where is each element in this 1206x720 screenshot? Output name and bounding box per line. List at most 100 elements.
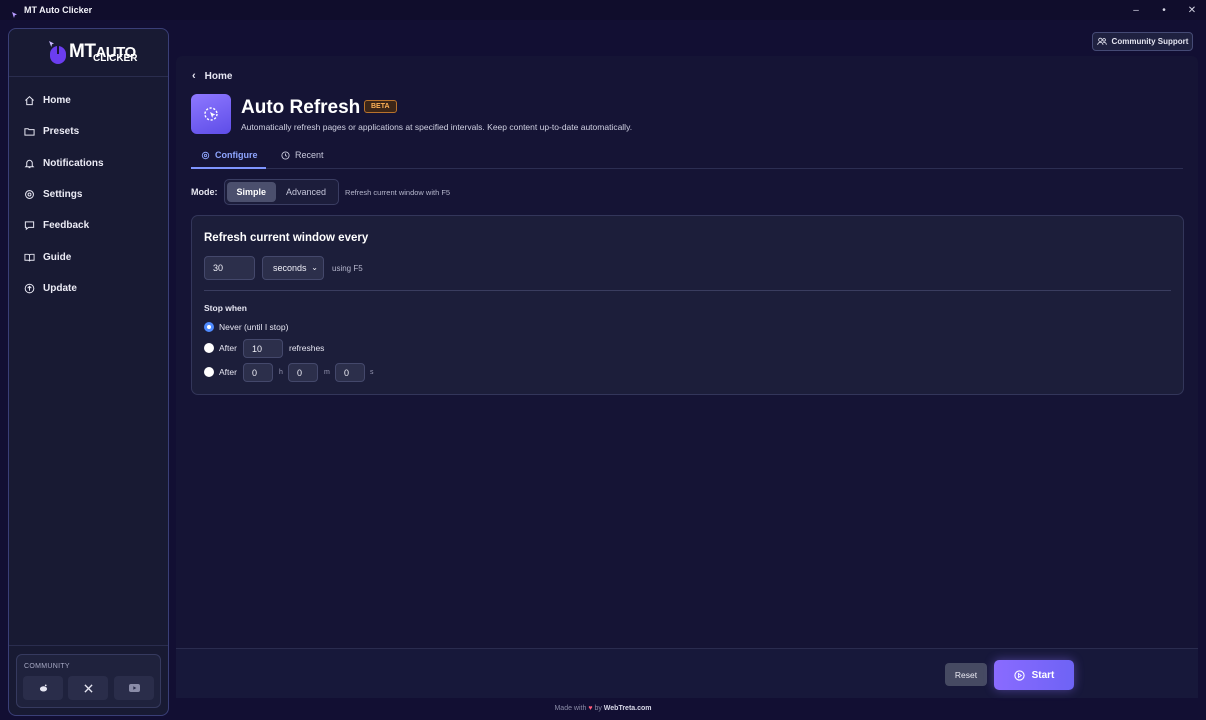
logo: MTAUTO CLICKER: [9, 29, 168, 77]
radio-after-count[interactable]: [204, 343, 214, 353]
stop-when-label: Stop when: [204, 303, 247, 313]
back-label: Home: [204, 70, 233, 82]
sidebar-item-notifications[interactable]: Notifications: [9, 148, 168, 179]
title-bar: MT Auto Clicker – • ✕: [0, 0, 1206, 20]
mode-toggle: Simple Advanced: [223, 179, 340, 205]
hours-input[interactable]: 0: [243, 363, 273, 382]
seconds-input[interactable]: 0: [335, 363, 365, 382]
page-description: Automatically refresh pages or applicati…: [241, 122, 633, 132]
page-title: Auto Refresh: [241, 97, 361, 118]
tab-configure[interactable]: Configure: [201, 150, 258, 160]
tab-label: Configure: [215, 150, 258, 160]
sidebar-item-settings[interactable]: Settings: [9, 179, 168, 210]
clock-icon: [281, 150, 290, 160]
youtube-button[interactable]: [114, 676, 154, 700]
community-support-label: Community Support: [1111, 37, 1189, 46]
mode-row: Mode: Simple Advanced Refresh current wi…: [191, 179, 450, 205]
mode-advanced-button[interactable]: Advanced: [276, 182, 336, 202]
radio-never-label: Never (until I stop): [219, 322, 289, 332]
logo-text-clicker: CLICKER: [93, 53, 138, 64]
reddit-button[interactable]: [23, 676, 63, 700]
refreshes-label: refreshes: [289, 343, 325, 353]
seconds-unit: s: [370, 369, 374, 376]
users-icon: [1096, 37, 1107, 45]
book-icon: [24, 253, 35, 262]
beta-badge: BETA: [364, 100, 397, 113]
close-button[interactable]: ✕: [1178, 0, 1206, 20]
auto-refresh-feature-icon: [191, 94, 231, 134]
folder-icon: [24, 128, 35, 137]
using-key-text: using F5: [332, 264, 363, 273]
sidebar: MTAUTO CLICKER Home Presets Notification…: [8, 28, 169, 716]
gear-icon: [25, 190, 34, 199]
reddit-icon: [39, 684, 47, 692]
mode-label: Mode:: [191, 187, 218, 197]
radio-after-time-label: After: [219, 367, 237, 377]
active-tab-indicator: [191, 167, 266, 169]
x-button[interactable]: [68, 676, 108, 700]
tab-bar: Configure Recent: [191, 146, 1183, 169]
minutes-unit: m: [324, 369, 330, 376]
radio-after-time[interactable]: [204, 367, 214, 377]
radio-after-count-label: After: [219, 343, 237, 353]
sidebar-item-update[interactable]: Update: [9, 273, 168, 304]
sidebar-nav: Home Presets Notifications Settings Feed…: [9, 85, 168, 304]
mode-simple-button[interactable]: Simple: [226, 182, 277, 202]
maximize-button[interactable]: •: [1150, 0, 1178, 20]
gear-icon: [201, 151, 210, 159]
sidebar-item-feedback[interactable]: Feedback: [9, 210, 168, 241]
start-button[interactable]: Start: [994, 660, 1074, 690]
home-icon: [25, 96, 34, 106]
interval-unit-value: seconds: [273, 263, 307, 273]
hours-unit: h: [279, 369, 283, 376]
sidebar-divider: [9, 645, 168, 646]
minimize-button[interactable]: –: [1122, 0, 1150, 20]
sidebar-item-guide[interactable]: Guide: [9, 241, 168, 272]
sidebar-item-label: Update: [43, 282, 77, 294]
reset-button[interactable]: Reset: [945, 663, 987, 686]
back-home-link[interactable]: ‹ Home: [192, 70, 232, 82]
stop-option-after-time[interactable]: After: [204, 362, 237, 382]
minutes-input[interactable]: 0: [288, 363, 318, 382]
made-with-credit: Made with ♥ by WebTreta.com: [0, 705, 1206, 712]
refresh-settings-card: Refresh current window every 30 seconds …: [191, 215, 1184, 395]
interval-unit-select[interactable]: seconds ⌄: [262, 256, 324, 280]
action-bar: Reset Start: [176, 648, 1198, 698]
stop-option-never[interactable]: Never (until I stop): [204, 317, 288, 337]
refresh-count-input[interactable]: 10: [243, 339, 283, 358]
chevron-down-icon: ⌄: [311, 263, 318, 272]
sidebar-item-label: Presets: [43, 126, 80, 138]
heart-icon: ♥: [588, 705, 593, 712]
card-divider: [204, 290, 1171, 291]
webtreta-link[interactable]: WebTreta.com: [604, 705, 652, 712]
message-icon: [24, 221, 35, 231]
main-content: ‹ Home Auto Refresh BETA Automatically r…: [176, 56, 1198, 648]
window-title: MT Auto Clicker: [24, 5, 93, 15]
tab-label: Recent: [295, 150, 324, 160]
sidebar-item-label: Settings: [43, 189, 83, 201]
refresh-cursor-icon: [204, 107, 218, 121]
community-support-button[interactable]: Community Support: [1092, 32, 1193, 51]
play-circle-icon: [1013, 669, 1025, 681]
start-label: Start: [1031, 669, 1055, 681]
sidebar-item-presets[interactable]: Presets: [9, 116, 168, 147]
bell-icon: [24, 159, 35, 168]
community-panel: COMMUNITY: [16, 654, 161, 708]
logo-text-mt: MT: [69, 41, 96, 62]
stop-option-after-count[interactable]: After: [204, 338, 237, 358]
app-cursor-icon: [11, 6, 19, 18]
logo-mouse-icon: [49, 41, 66, 64]
sidebar-item-label: Feedback: [43, 220, 90, 232]
youtube-icon: [128, 684, 140, 692]
interval-input[interactable]: 30: [204, 256, 255, 280]
radio-never[interactable]: [204, 322, 214, 332]
community-label: COMMUNITY: [24, 663, 70, 670]
sidebar-item-home[interactable]: Home: [9, 85, 168, 116]
chevron-left-icon: ‹: [192, 70, 196, 82]
upload-icon: [24, 283, 35, 294]
made-by-text: by: [594, 705, 602, 712]
mode-hint: Refresh current window with F5: [345, 187, 451, 197]
sidebar-item-label: Guide: [43, 251, 72, 263]
sidebar-item-label: Home: [43, 95, 71, 107]
tab-recent[interactable]: Recent: [281, 150, 324, 160]
